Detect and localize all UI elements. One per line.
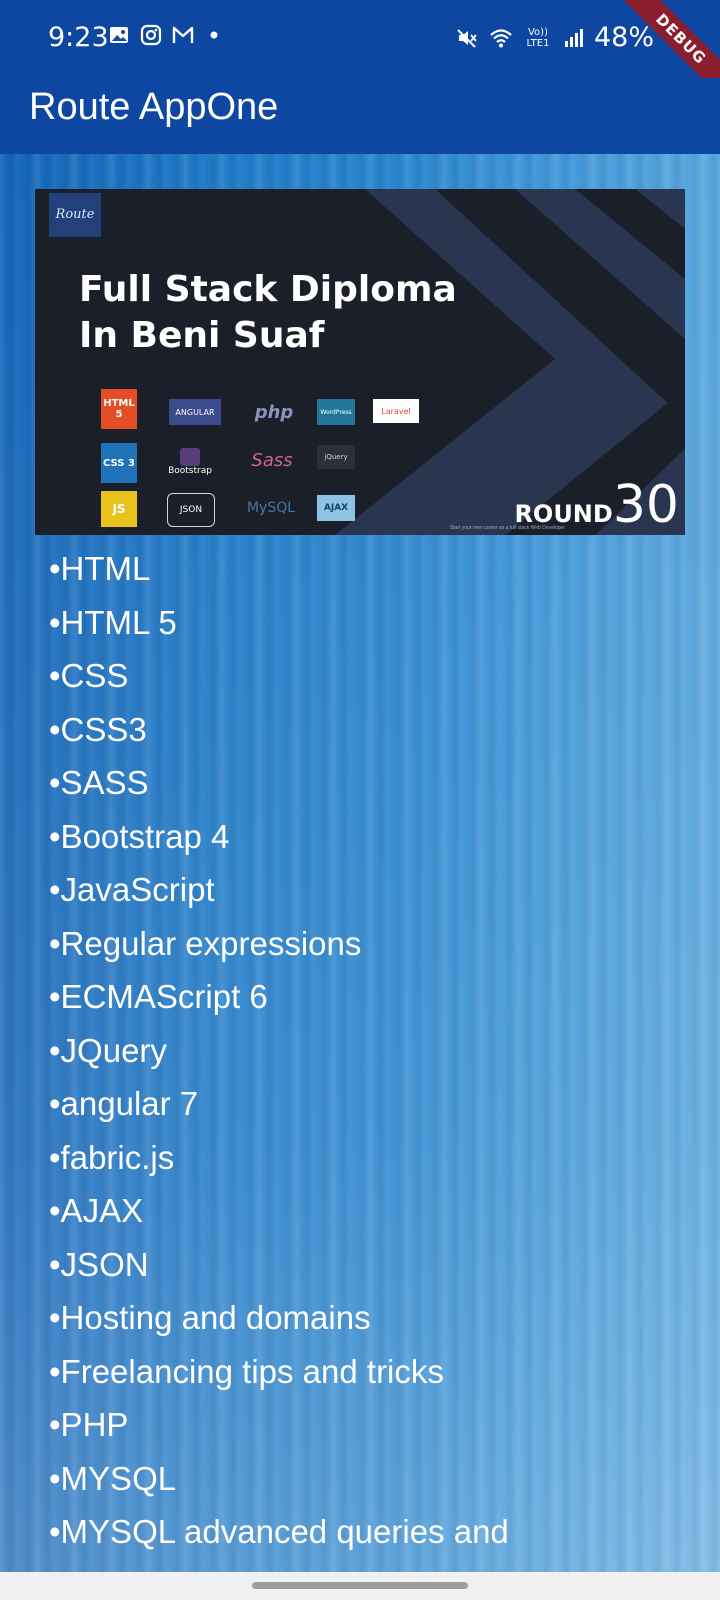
list-item: •CSS3 bbox=[49, 710, 147, 748]
list-item: •Regular expressions bbox=[49, 924, 362, 962]
wordpress-logo-label: WordPress bbox=[320, 408, 352, 416]
list-item: •CSS bbox=[49, 657, 129, 694]
status-bar: 9:23 Vo)) LTE1 48% DEBUG bbox=[0, 0, 720, 102]
course-banner-image: Route Full Stack Diploma In Beni Suaf HT… bbox=[35, 189, 685, 535]
html5-logo-label: HTML 5 bbox=[103, 398, 135, 420]
wordpress-logo: WordPress bbox=[317, 399, 355, 425]
javascript-logo-label: JS bbox=[112, 502, 126, 516]
round-subtitle: Start your new career as a full stack We… bbox=[449, 525, 565, 531]
list-item: •JSON bbox=[49, 1245, 149, 1283]
list-item: •MYSQL bbox=[49, 1459, 177, 1497]
list-item: •fabric.js bbox=[49, 1138, 175, 1176]
list-item: •PHP bbox=[49, 1406, 129, 1443]
route-logo: Route bbox=[49, 193, 101, 237]
laravel-logo: Laravel bbox=[373, 399, 419, 423]
bootstrap-logo-label: Bootstrap bbox=[168, 466, 212, 476]
javascript-logo: JS bbox=[101, 491, 137, 527]
json-logo-label: JSON bbox=[179, 505, 203, 515]
gallery-icon bbox=[110, 27, 128, 43]
css3-logo: CSS 3 bbox=[101, 443, 137, 483]
round-label: ROUND bbox=[514, 500, 613, 528]
banner-title: Full Stack Diploma In Beni Suaf bbox=[79, 269, 457, 356]
instagram-icon bbox=[140, 24, 162, 46]
list-item: •HTML 5 bbox=[49, 603, 177, 641]
volte-lte1-icon: Vo)) LTE1 bbox=[526, 26, 550, 49]
status-icons-right: Vo)) LTE1 48% bbox=[456, 22, 654, 53]
status-icons-left bbox=[108, 24, 218, 46]
status-time: 9:23 bbox=[48, 22, 109, 53]
jquery-logo-label: jQuery bbox=[324, 453, 348, 461]
jquery-logo: jQuery bbox=[317, 445, 355, 469]
wifi-icon bbox=[490, 28, 512, 47]
notification-dot-icon bbox=[210, 31, 218, 39]
gmail-icon bbox=[172, 26, 194, 43]
app-title: Route AppOne bbox=[29, 86, 279, 128]
sass-logo: Sass bbox=[249, 445, 295, 475]
list-item: •HTML bbox=[49, 550, 151, 587]
angular-logo-label: ANGULAR bbox=[175, 407, 215, 417]
mysql-logo: MySQL bbox=[241, 493, 301, 523]
topic-list: •HTML •HTML 5 •CSS •CSS3 •SASS •Bootstra… bbox=[49, 542, 509, 1559]
list-item: •SASS bbox=[49, 764, 149, 801]
list-item: •Hosting and domains bbox=[49, 1299, 371, 1336]
battery-percentage: 48% bbox=[593, 22, 654, 53]
list-item: •ECMAScript 6 bbox=[49, 978, 268, 1015]
bootstrap-logo-mark bbox=[180, 448, 200, 466]
list-item: •Bootstrap 4 bbox=[49, 817, 230, 855]
mute-icon bbox=[457, 28, 477, 48]
list-item: •Freelancing tips and tricks bbox=[49, 1352, 444, 1390]
list-item: •angular 7 bbox=[49, 1085, 199, 1122]
angular-logo: ANGULAR bbox=[169, 399, 221, 425]
laravel-logo-label: Laravel bbox=[381, 406, 411, 416]
list-item: •JQuery bbox=[49, 1031, 167, 1069]
php-logo-label: php bbox=[254, 401, 294, 423]
bootstrap-logo: Bootstrap bbox=[165, 445, 215, 479]
signal-icon bbox=[564, 28, 583, 47]
ajax-logo: AJAX bbox=[317, 495, 355, 521]
html5-logo: HTML 5 bbox=[101, 389, 137, 429]
sass-logo-label: Sass bbox=[251, 449, 293, 471]
php-logo: php bbox=[249, 397, 299, 427]
round-badge: ROUND 30 bbox=[514, 475, 679, 535]
round-number: 30 bbox=[612, 475, 679, 535]
json-logo: JSON bbox=[167, 493, 215, 527]
app-bar: Route AppOne bbox=[0, 78, 720, 154]
list-item: •JavaScript bbox=[49, 871, 215, 908]
list-item: •AJAX bbox=[49, 1192, 144, 1229]
css3-logo-label: CSS 3 bbox=[103, 457, 135, 469]
ajax-logo-label: AJAX bbox=[323, 503, 349, 513]
list-item: •MYSQL advanced queries and bbox=[49, 1513, 509, 1550]
scroll-content[interactable]: Route Full Stack Diploma In Beni Suaf HT… bbox=[0, 154, 720, 1572]
system-navigation-bar bbox=[0, 1572, 720, 1600]
mysql-logo-label: MySQL bbox=[246, 500, 296, 516]
home-gesture-handle[interactable] bbox=[252, 1582, 468, 1589]
